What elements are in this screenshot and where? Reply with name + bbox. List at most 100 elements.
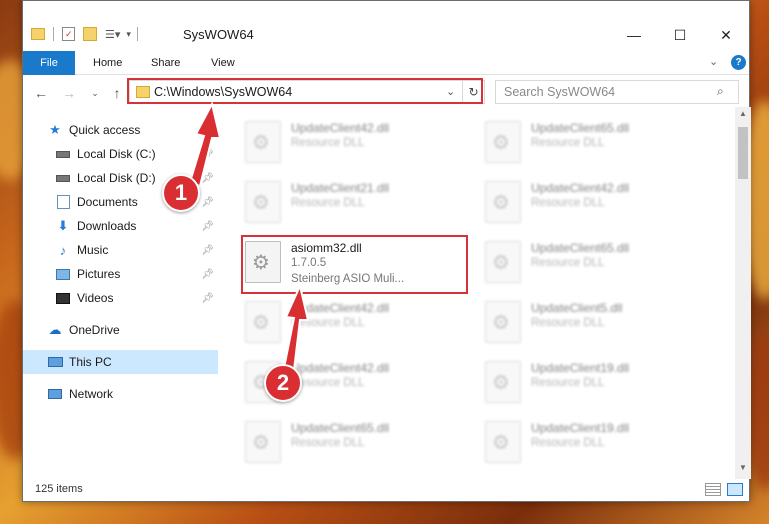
folder-icon (31, 28, 45, 40)
sidebar-item-quick-access[interactable]: ★ Quick access (23, 119, 218, 141)
search-input[interactable]: Search SysWOW64 (495, 80, 739, 104)
dll-file-icon (485, 121, 521, 163)
sidebar-item-label: Quick access (69, 123, 141, 137)
scroll-down-icon[interactable]: ▼ (739, 463, 747, 472)
tab-home[interactable]: Home (81, 51, 134, 75)
tab-view[interactable]: View (199, 51, 247, 75)
file-highlight (241, 235, 468, 294)
file-name: UpdateClient21.dll (291, 181, 390, 195)
pin-icon[interactable]: 📌︎ (201, 149, 214, 160)
file-type: Resource DLL (531, 377, 605, 389)
ribbon-tabs: File Home Share View ⌄ ? (23, 51, 749, 75)
scroll-up-icon[interactable]: ▲ (739, 109, 747, 118)
callout-badge-2: 2 (264, 364, 302, 402)
title-bar: ✓ ☰▾ ▾ SysWOW64 — ☐ ✕ (23, 1, 749, 47)
status-bar: 125 items (23, 479, 749, 501)
star-icon: ★ (49, 122, 61, 137)
close-button[interactable]: ✕ (703, 23, 749, 47)
sidebar-item-label: Documents (77, 195, 138, 209)
properties-icon[interactable]: ✓ (62, 27, 75, 41)
file-type: Resource DLL (531, 137, 605, 149)
sidebar-item-onedrive[interactable]: ☁ OneDrive (23, 319, 218, 341)
customize-toolbar-icon[interactable]: ☰▾ (105, 28, 120, 41)
dll-file-icon (245, 181, 281, 223)
expand-ribbon-icon[interactable]: ⌄ (709, 55, 718, 68)
sidebar-item-network[interactable]: Network (23, 383, 218, 405)
file-type: Resource DLL (291, 197, 365, 209)
file-item[interactable]: UpdateClient5.dll Resource DLL (481, 295, 711, 349)
recent-locations-icon[interactable]: ⌄ (85, 83, 105, 103)
file-item[interactable]: UpdateClient19.dll Resource DLL (481, 415, 711, 469)
scrollbar-thumb[interactable] (738, 127, 748, 179)
dropdown-arrow-icon[interactable]: ▾ (126, 29, 131, 40)
file-item[interactable]: UpdateClient21.dll Resource DLL (241, 175, 471, 229)
large-icons-view-icon[interactable] (727, 483, 743, 496)
pictures-icon (55, 266, 71, 282)
tab-share[interactable]: Share (139, 51, 192, 75)
file-name: UpdateClient42.dll (531, 181, 630, 195)
sidebar-item-label: Videos (77, 291, 114, 305)
sidebar-item-videos[interactable]: Videos 📌︎ (23, 287, 218, 309)
file-name: UpdateClient19.dll (531, 361, 630, 375)
file-item[interactable]: UpdateClient65.dll Resource DLL (481, 115, 711, 169)
file-item[interactable]: UpdateClient19.dll Resource DLL (481, 355, 711, 409)
dll-file-icon (485, 181, 521, 223)
download-icon: ⬇ (57, 218, 69, 233)
forward-arrow-icon[interactable]: → (59, 83, 79, 103)
file-item[interactable]: UpdateClient42.dll Resource DLL (241, 295, 471, 349)
sidebar-item-local-disk-c[interactable]: Local Disk (C:) 📌︎ (23, 143, 218, 165)
separator (53, 27, 54, 41)
file-name: UpdateClient65.dll (531, 121, 630, 135)
minimize-button[interactable]: — (611, 23, 657, 47)
file-name: UpdateClient42.dll (291, 361, 390, 375)
file-name: UpdateClient42.dll (291, 301, 390, 315)
file-name: UpdateClient65.dll (531, 241, 630, 255)
drive-icon (55, 170, 71, 186)
maximize-button[interactable]: ☐ (657, 23, 703, 47)
vertical-scrollbar[interactable]: ▲ ▼ (735, 107, 751, 479)
file-name: UpdateClient19.dll (531, 421, 630, 435)
sidebar-item-music[interactable]: ♪ Music 📌︎ (23, 239, 218, 261)
drive-icon (55, 146, 71, 162)
pin-icon[interactable]: 📌︎ (201, 293, 214, 304)
sidebar-item-pictures[interactable]: Pictures 📌︎ (23, 263, 218, 285)
sidebar-item-label: Local Disk (D:) (77, 171, 156, 185)
sidebar-item-downloads[interactable]: ⬇ Downloads 📌︎ (23, 215, 218, 237)
file-item[interactable]: UpdateClient42.dll Resource DLL (481, 175, 711, 229)
file-type: Resource DLL (531, 437, 605, 449)
file-type: Resource DLL (531, 197, 605, 209)
window-title: SysWOW64 (183, 27, 254, 42)
file-type: Resource DLL (291, 137, 365, 149)
dll-file-icon (245, 301, 281, 343)
dll-file-icon (485, 421, 521, 463)
file-type: Resource DLL (291, 377, 365, 389)
documents-icon (55, 194, 71, 210)
dll-file-icon (485, 301, 521, 343)
pin-icon[interactable]: 📌︎ (201, 245, 214, 256)
sidebar-item-label: Local Disk (C:) (77, 147, 156, 161)
pin-icon[interactable]: 📌︎ (201, 197, 214, 208)
separator (136, 27, 138, 41)
sidebar-item-label: Network (69, 387, 114, 401)
pin-icon[interactable]: 📌︎ (201, 173, 214, 184)
pin-icon[interactable]: 📌︎ (201, 269, 214, 280)
sidebar-item-label: Downloads (77, 219, 137, 233)
up-arrow-icon[interactable]: ↑ (107, 83, 127, 103)
callout-badge-1: 1 (162, 174, 200, 212)
tab-file[interactable]: File (23, 51, 75, 75)
file-item[interactable]: UpdateClient65.dll Resource DLL (241, 415, 471, 469)
pin-icon[interactable]: 📌︎ (201, 221, 214, 232)
sidebar-item-this-pc[interactable]: This PC (23, 350, 218, 374)
back-arrow-icon[interactable]: ← (31, 83, 51, 103)
dll-file-icon (485, 361, 521, 403)
help-icon[interactable]: ? (731, 55, 746, 70)
file-item[interactable]: UpdateClient65.dll Resource DLL (481, 235, 711, 289)
details-view-icon[interactable] (705, 483, 721, 496)
sidebar-item-label: This PC (69, 355, 112, 369)
file-name: UpdateClient5.dll (531, 301, 623, 315)
new-folder-icon[interactable] (83, 27, 97, 41)
file-type: Resource DLL (531, 257, 605, 269)
file-item[interactable]: UpdateClient42.dll Resource DLL (241, 115, 471, 169)
address-bar-highlight (127, 78, 483, 104)
sidebar-item-label: OneDrive (69, 323, 120, 337)
